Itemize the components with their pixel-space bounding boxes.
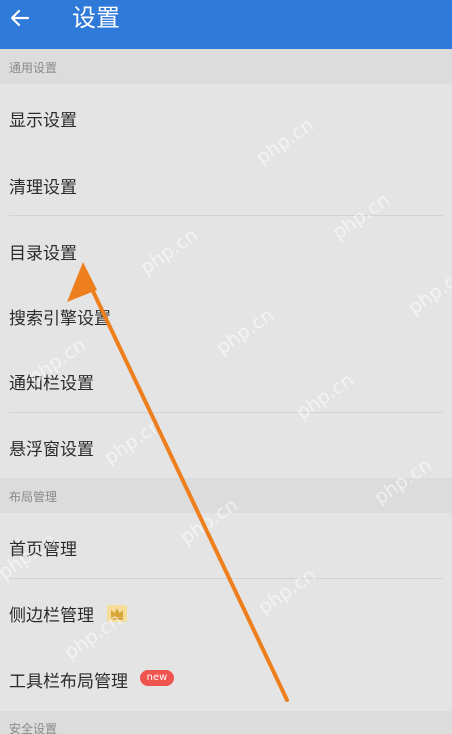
cleanup-settings-item[interactable]: 清理设置 — [0, 150, 452, 216]
notification-bar-settings-item[interactable]: 通知栏设置 — [0, 347, 452, 412]
floating-window-settings-item[interactable]: 悬浮窗设置 — [0, 413, 452, 478]
search-engine-settings-label: 搜索引擎设置 — [9, 309, 111, 329]
search-engine-settings-item[interactable]: 搜索引擎设置 — [0, 282, 452, 347]
section-header-layout: 布局管理 — [0, 478, 452, 513]
display-settings-label: 显示设置 — [9, 111, 77, 131]
notification-bar-settings-label: 通知栏设置 — [9, 374, 94, 394]
new-badge: new — [140, 670, 174, 686]
section-title-general: 通用设置 — [9, 61, 58, 75]
sidebar-management-label: 侧边栏管理 — [9, 606, 94, 626]
directory-settings-label: 目录设置 — [9, 244, 77, 264]
page-title: 设置 — [72, 4, 120, 32]
crown-icon — [107, 605, 127, 622]
sidebar-management-item[interactable]: 侧边栏管理 — [0, 579, 452, 645]
home-management-item[interactable]: 首页管理 — [0, 513, 452, 578]
toolbar-layout-item[interactable]: 工具栏布局管理 new — [0, 645, 452, 711]
arrow-left-icon[interactable] — [8, 6, 32, 30]
app-bar: 设置 — [0, 0, 452, 49]
toolbar-layout-label: 工具栏布局管理 — [9, 672, 128, 692]
cleanup-settings-label: 清理设置 — [9, 178, 77, 198]
floating-window-settings-label: 悬浮窗设置 — [9, 440, 94, 460]
home-management-label: 首页管理 — [9, 540, 77, 560]
section-header-general: 通用设置 — [0, 49, 452, 84]
section-title-layout: 布局管理 — [9, 490, 58, 504]
section-title-security: 安全设置 — [9, 722, 58, 734]
section-header-security: 安全设置 — [0, 711, 452, 734]
display-settings-item[interactable]: 显示设置 — [0, 84, 452, 150]
directory-settings-item[interactable]: 目录设置 — [0, 216, 452, 282]
